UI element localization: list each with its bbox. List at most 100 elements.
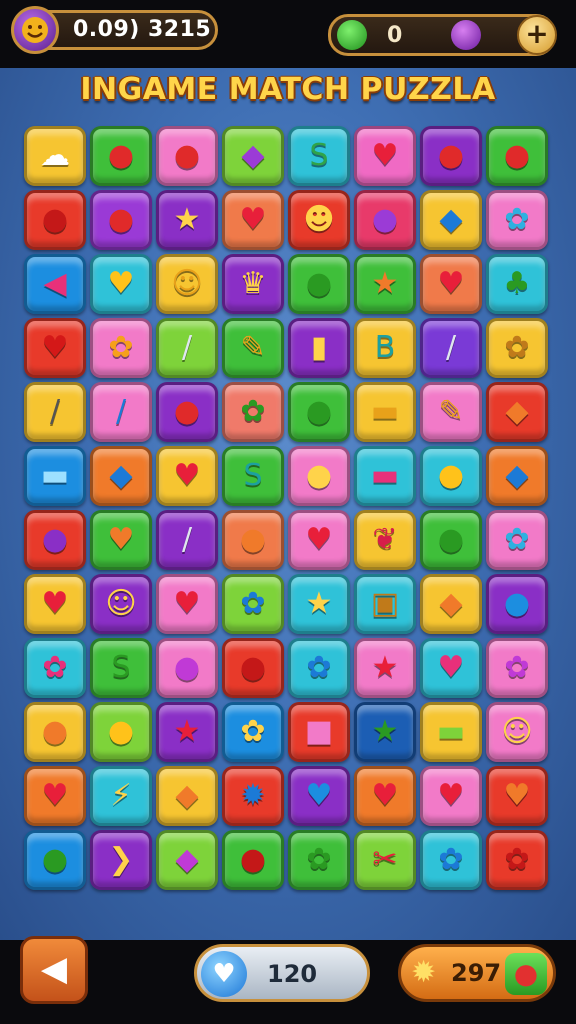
game-tile[interactable]: ✿: [486, 190, 548, 250]
game-tile[interactable]: S: [222, 446, 284, 506]
game-tile[interactable]: ♥: [288, 510, 350, 570]
game-tile[interactable]: ☺: [486, 702, 548, 762]
game-tile[interactable]: ☻: [288, 190, 350, 250]
game-tile[interactable]: ♥: [90, 510, 152, 570]
game-tile[interactable]: ✎: [222, 318, 284, 378]
game-tile[interactable]: ●: [24, 702, 86, 762]
game-tile[interactable]: ●: [222, 830, 284, 890]
game-tile[interactable]: ♛: [222, 254, 284, 314]
game-tile[interactable]: ▮: [288, 318, 350, 378]
game-tile[interactable]: ●: [156, 382, 218, 442]
game-tile[interactable]: ♥: [420, 766, 482, 826]
game-tile[interactable]: /: [156, 318, 218, 378]
game-tile[interactable]: ♥: [486, 766, 548, 826]
game-tile[interactable]: /: [90, 382, 152, 442]
game-tile[interactable]: ●: [288, 254, 350, 314]
game-tile[interactable]: ★: [288, 574, 350, 634]
game-tile[interactable]: ■: [288, 702, 350, 762]
game-tile[interactable]: ●: [156, 638, 218, 698]
game-tile[interactable]: ♥: [90, 254, 152, 314]
game-tile[interactable]: ♥: [420, 638, 482, 698]
game-tile[interactable]: ♥: [24, 574, 86, 634]
game-tile[interactable]: ♥: [354, 766, 416, 826]
game-tile[interactable]: ◆: [486, 382, 548, 442]
game-tile[interactable]: ♥: [24, 318, 86, 378]
game-tile[interactable]: ●: [288, 382, 350, 442]
game-tile[interactable]: ♥: [420, 254, 482, 314]
game-tile[interactable]: ❯: [90, 830, 152, 890]
game-tile[interactable]: ●: [24, 510, 86, 570]
game-tile[interactable]: ♥: [156, 574, 218, 634]
game-tile[interactable]: ▬: [354, 382, 416, 442]
game-tile[interactable]: ☺: [156, 254, 218, 314]
player-score-pill[interactable]: 0.09) 3215: [11, 6, 218, 54]
game-tile[interactable]: ✹: [222, 766, 284, 826]
game-tile[interactable]: ●: [420, 510, 482, 570]
game-tile[interactable]: ◆: [222, 126, 284, 186]
game-tile[interactable]: ✿: [486, 510, 548, 570]
game-tile[interactable]: ★: [354, 702, 416, 762]
game-tile[interactable]: ▬: [24, 446, 86, 506]
game-tile[interactable]: ♥: [156, 446, 218, 506]
game-tile[interactable]: ◆: [420, 574, 482, 634]
game-tile[interactable]: ★: [156, 702, 218, 762]
game-tile[interactable]: ♥: [354, 126, 416, 186]
game-tile[interactable]: ◆: [90, 446, 152, 506]
game-tile[interactable]: ●: [24, 830, 86, 890]
game-tile[interactable]: ✿: [288, 638, 350, 698]
game-tile[interactable]: S: [288, 126, 350, 186]
game-tile[interactable]: ★: [354, 638, 416, 698]
game-tile[interactable]: S: [90, 638, 152, 698]
game-tile[interactable]: ●: [222, 510, 284, 570]
game-tile[interactable]: ♥: [222, 190, 284, 250]
game-tile[interactable]: ✿: [486, 638, 548, 698]
game-tile[interactable]: ●: [156, 126, 218, 186]
game-tile[interactable]: ✿: [90, 318, 152, 378]
game-tile[interactable]: ♥: [24, 766, 86, 826]
game-tile[interactable]: ☁: [24, 126, 86, 186]
smiley-face-icon[interactable]: [11, 6, 59, 54]
game-tile[interactable]: ⚡: [90, 766, 152, 826]
add-gems-button[interactable]: +: [517, 15, 557, 55]
game-tile[interactable]: ●: [90, 190, 152, 250]
game-tile[interactable]: ▬: [420, 702, 482, 762]
game-tile[interactable]: ●: [486, 574, 548, 634]
game-tile[interactable]: ★: [354, 254, 416, 314]
game-tile[interactable]: ●: [288, 446, 350, 506]
game-tile[interactable]: ●: [420, 446, 482, 506]
game-tile[interactable]: ●: [90, 126, 152, 186]
game-tile[interactable]: ●: [354, 190, 416, 250]
game-tile[interactable]: ◀: [24, 254, 86, 314]
game-tile[interactable]: ✂: [354, 830, 416, 890]
game-tile[interactable]: ❦: [354, 510, 416, 570]
game-tile[interactable]: ✿: [486, 830, 548, 890]
game-tile[interactable]: ●: [24, 190, 86, 250]
game-tile[interactable]: /: [24, 382, 86, 442]
game-tile[interactable]: ★: [156, 190, 218, 250]
game-tile[interactable]: B: [354, 318, 416, 378]
game-tile[interactable]: ●: [90, 702, 152, 762]
game-tile[interactable]: ✿: [288, 830, 350, 890]
coins-add-button[interactable]: ●: [505, 953, 547, 995]
game-tile[interactable]: ▣: [354, 574, 416, 634]
game-tile[interactable]: ✿: [222, 382, 284, 442]
game-tile[interactable]: ●: [420, 126, 482, 186]
game-tile[interactable]: ♥: [288, 766, 350, 826]
game-tile[interactable]: ◆: [156, 830, 218, 890]
game-tile[interactable]: ✿: [24, 638, 86, 698]
game-tile[interactable]: ●: [486, 126, 548, 186]
game-tile[interactable]: ♣: [486, 254, 548, 314]
game-tile[interactable]: ◆: [486, 446, 548, 506]
game-tile[interactable]: ✿: [486, 318, 548, 378]
game-tile[interactable]: ☺: [90, 574, 152, 634]
game-tile[interactable]: ✿: [222, 702, 284, 762]
game-tile[interactable]: ◆: [420, 190, 482, 250]
game-tile[interactable]: ✿: [420, 830, 482, 890]
back-button[interactable]: ◀: [20, 936, 88, 1004]
game-tile[interactable]: ●: [222, 638, 284, 698]
game-tile[interactable]: ▬: [354, 446, 416, 506]
game-tile[interactable]: /: [156, 510, 218, 570]
game-tile[interactable]: ✿: [222, 574, 284, 634]
game-tile[interactable]: /: [420, 318, 482, 378]
game-tile[interactable]: ✎: [420, 382, 482, 442]
